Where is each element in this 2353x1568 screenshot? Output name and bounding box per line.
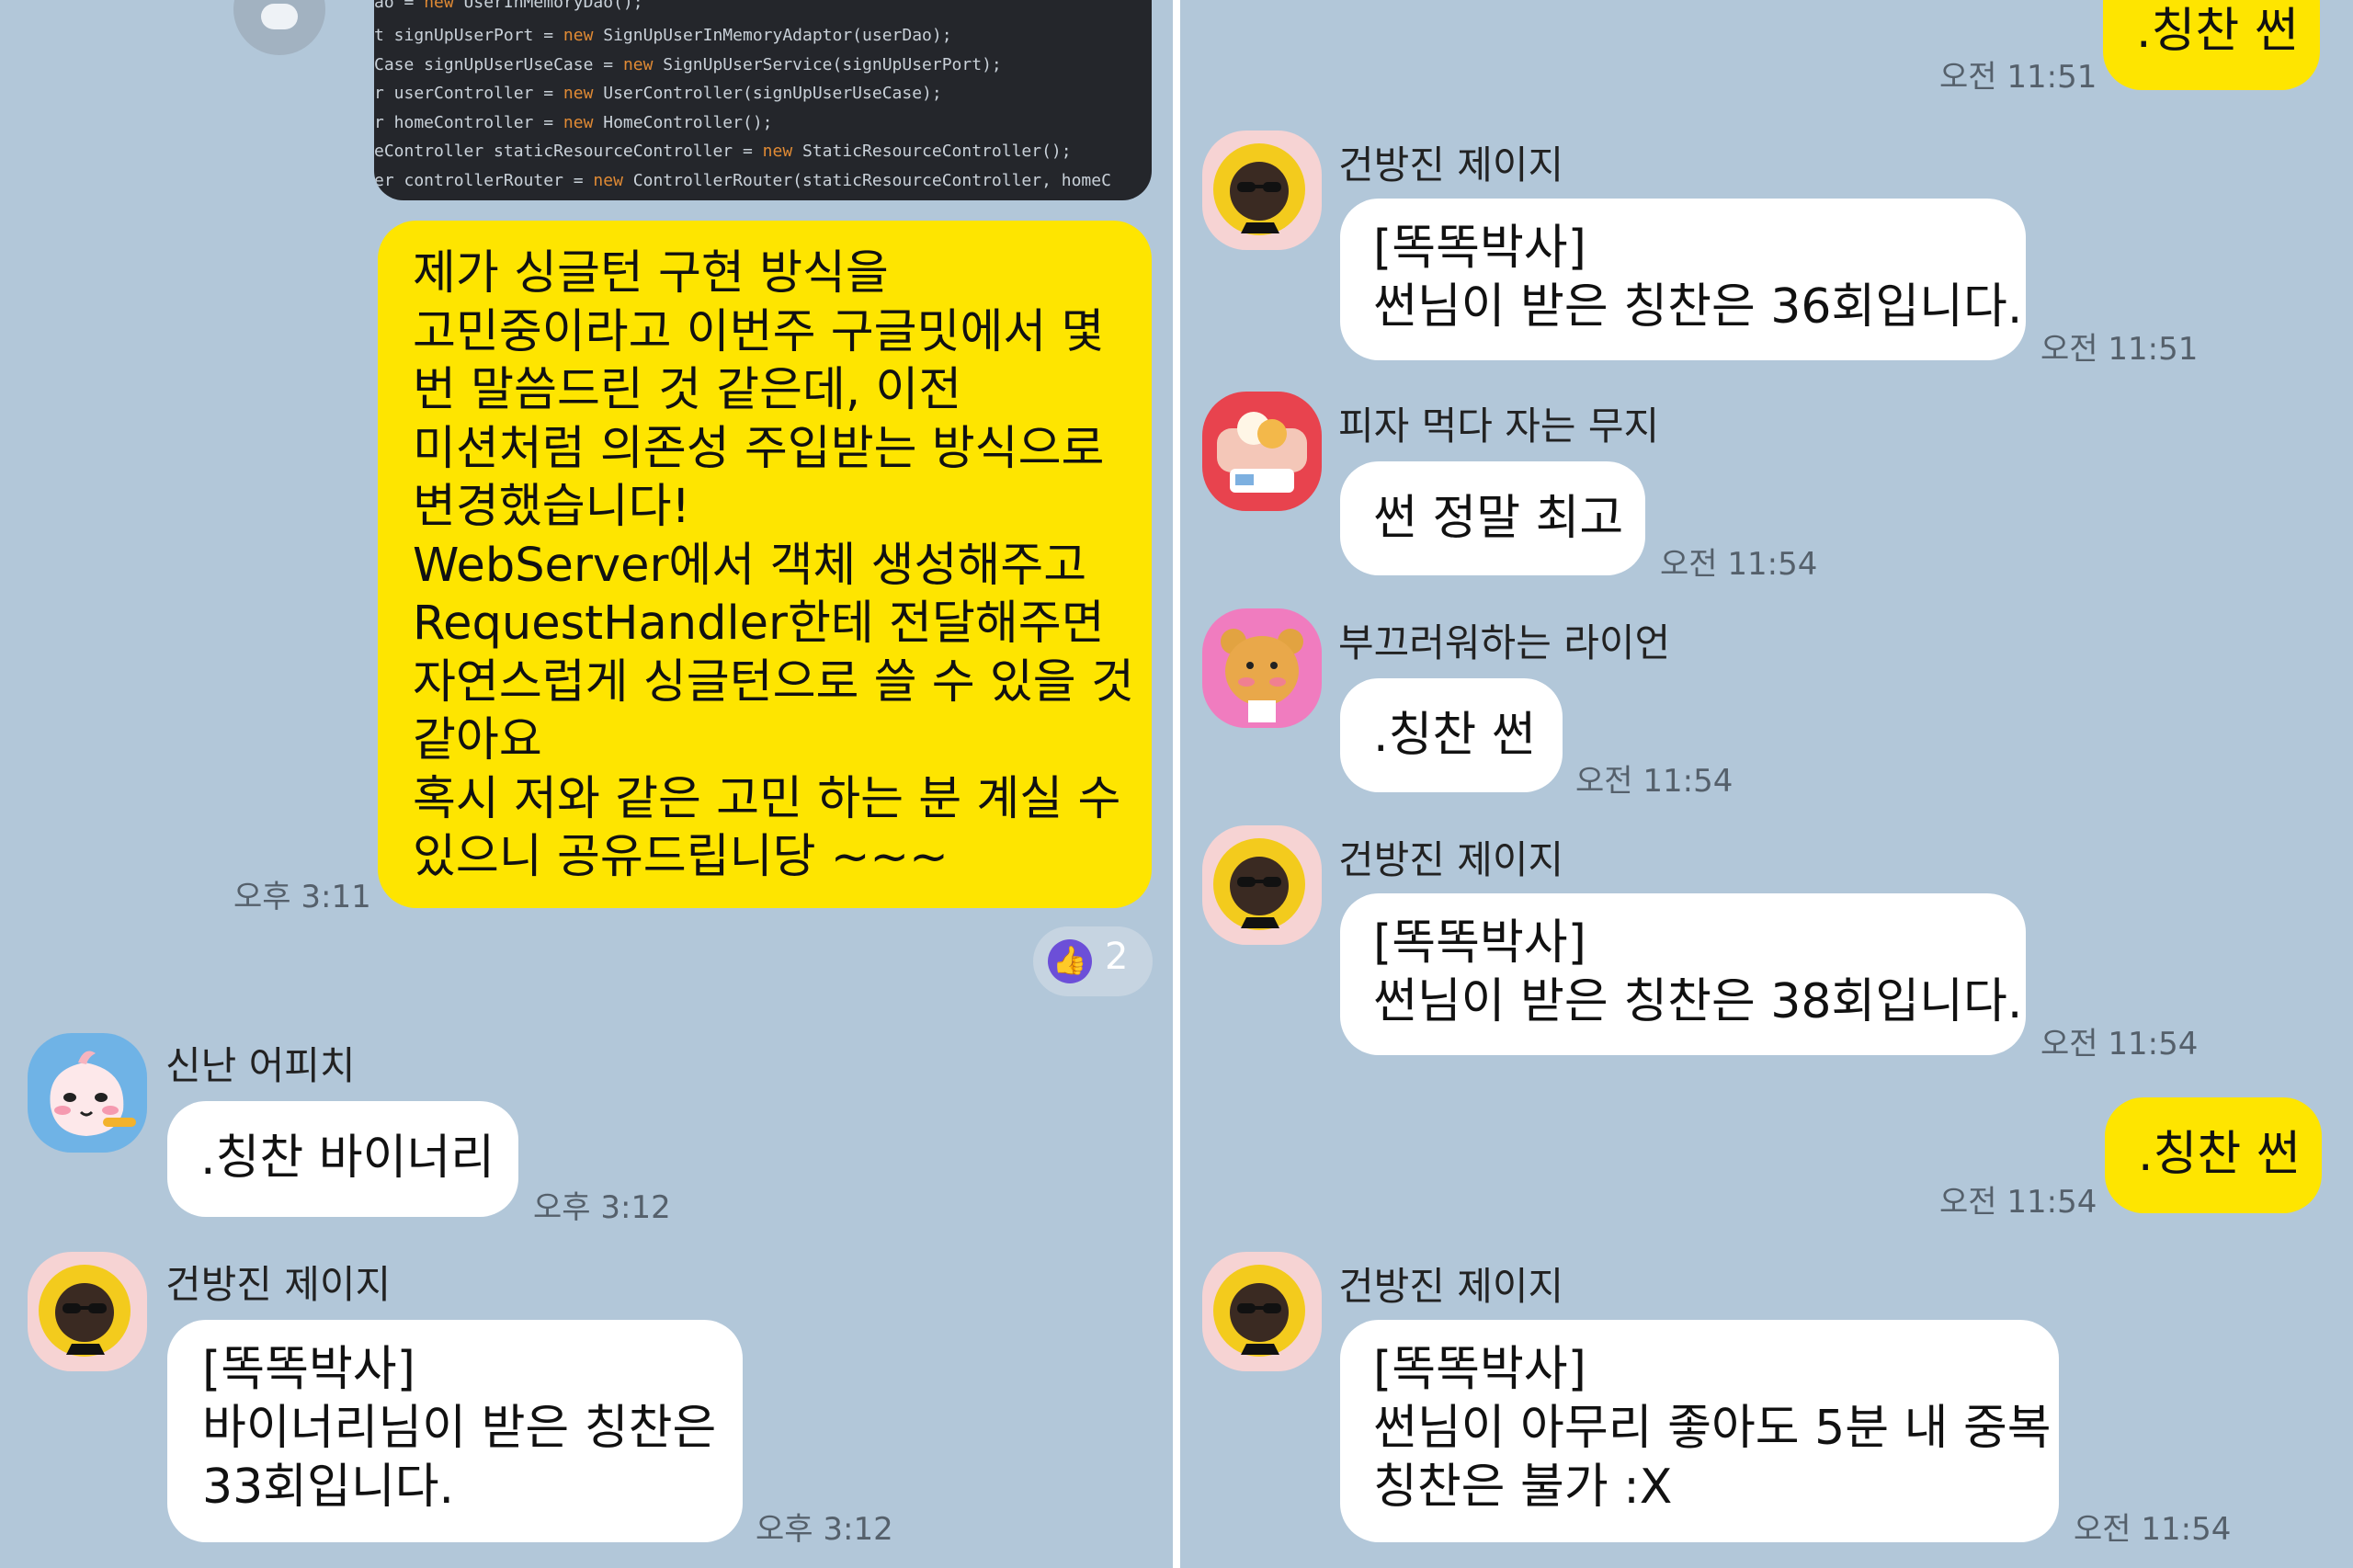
message-time: 오전 11:54 (2040, 1026, 2199, 1062)
message-text: [똑똑박사] 썬님이 아무리 좋아도 5분 내 중복 칭찬은 불가 :X (1373, 1342, 2052, 1515)
sender-name: 피자 먹다 자는 무지 (1338, 403, 1660, 449)
message-text: .칭찬 바이너리 (200, 1131, 495, 1186)
message-bubble[interactable]: [똑똑박사] 썬님이 아무리 좋아도 5분 내 중복 칭찬은 불가 :X (1340, 1320, 2059, 1542)
message-time: 오전 11:54 (1575, 763, 1733, 800)
sender-name: 건방진 제이지 (1338, 837, 1564, 882)
left-chat-panel: ao = new UserInMemoryDao(); t signUpUser… (0, 0, 1176, 1568)
panel-divider (1173, 0, 1180, 1568)
right-chat-panel: .칭찬 썬 오전 11:51 건방진 제이지 [똑똑박사] 썬님이 받은 칭찬은… (1180, 0, 2353, 1568)
my-message-bubble[interactable]: .칭찬 썬 (2105, 1097, 2322, 1213)
code-line: r homeController = new HomeController(); (374, 113, 773, 132)
avatar-jayg[interactable] (1202, 825, 1322, 945)
message-time: 오후 3:12 (756, 1511, 893, 1548)
message-text: 제가 싱글턴 구현 방식을 고민중이라고 이번주 구글밋에서 몇 번 말씀드린 … (413, 246, 1134, 884)
sender-name: 부끄러워하는 라이언 (1338, 620, 1671, 665)
avatar-ryan[interactable] (1202, 608, 1322, 728)
code-line: eController staticResourceController = n… (374, 142, 1072, 161)
avatar-muzi[interactable] (1202, 392, 1322, 511)
my-message-bubble[interactable]: .칭찬 썬 (2103, 0, 2320, 90)
message-time: 오후 3:11 (233, 879, 371, 915)
message-text: [똑똑박사] 썬님이 받은 칭찬은 38회입니다. (1373, 915, 2023, 1029)
avatar-apeach[interactable] (28, 1033, 147, 1153)
avatar-jayg[interactable] (1202, 1252, 1322, 1371)
sender-name: 건방진 제이지 (1338, 1264, 1564, 1309)
thumbs-up-icon: 👍 (1048, 939, 1092, 983)
sender-name: 신난 어피치 (165, 1043, 356, 1088)
message-text: [똑똑박사] 썬님이 받은 칭찬은 36회입니다. (1373, 221, 2023, 335)
message-time: 오전 11:54 (2074, 1511, 2232, 1548)
message-time: 오전 11:51 (2040, 331, 2199, 368)
message-time: 오전 11:54 (1939, 1184, 2097, 1221)
code-line: er controllerRouter = new ControllerRout… (374, 171, 1111, 190)
message-bubble[interactable]: .칭찬 바이너리 (167, 1101, 518, 1217)
chat-bubble-icon[interactable] (233, 0, 325, 55)
message-bubble[interactable]: [똑똑박사] 썬님이 받은 칭찬은 36회입니다. (1340, 199, 2026, 360)
code-line: Case signUpUserUseCase = new SignUpUserS… (374, 55, 1002, 74)
message-bubble[interactable]: 썬 정말 최고 (1340, 461, 1645, 575)
message-text: [똑똑박사] 바이너리님이 받은 칭찬은 33회입니다. (202, 1342, 717, 1515)
code-line: t signUpUserPort = new SignUpUserInMemor… (374, 26, 952, 45)
message-text: .칭찬 썬 (2138, 1127, 2301, 1182)
message-text: .칭찬 썬 (2136, 4, 2299, 59)
message-time: 오전 11:51 (1939, 59, 2097, 96)
message-bubble[interactable]: [똑똑박사] 바이너리님이 받은 칭찬은 33회입니다. (167, 1320, 743, 1542)
avatar-jayg[interactable] (1202, 131, 1322, 250)
sender-name: 건방진 제이지 (165, 1262, 392, 1307)
message-time: 오전 11:54 (1660, 546, 1818, 583)
message-text: .칭찬 썬 (1373, 708, 1536, 763)
reaction-badge[interactable]: 👍 2 (1033, 926, 1153, 996)
sender-name: 건방진 제이지 (1338, 142, 1564, 187)
message-bubble[interactable]: [똑똑박사] 썬님이 받은 칭찬은 38회입니다. (1340, 893, 2026, 1055)
code-line: ao = new UserInMemoryDao(); (374, 0, 643, 12)
my-message-bubble[interactable]: 제가 싱글턴 구현 방식을 고민중이라고 이번주 구글밋에서 몇 번 말씀드린 … (378, 221, 1152, 908)
message-time: 오후 3:12 (533, 1189, 671, 1226)
avatar-jayg[interactable] (28, 1252, 147, 1371)
reaction-count: 2 (1105, 936, 1129, 978)
code-line: r userController = new UserController(si… (374, 84, 942, 103)
message-text: 썬 정말 최고 (1373, 491, 1624, 546)
message-bubble[interactable]: .칭찬 썬 (1340, 678, 1563, 792)
code-screenshot-image[interactable]: ao = new UserInMemoryDao(); t signUpUser… (374, 0, 1152, 200)
